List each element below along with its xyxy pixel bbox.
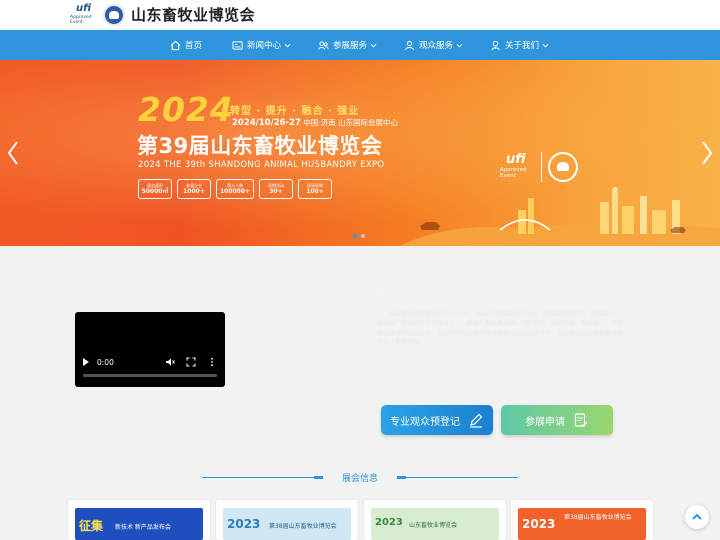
banner-ufi-sub: Approved Event bbox=[500, 167, 527, 179]
ufi-logo-sub: Approved Event bbox=[70, 15, 92, 25]
news-card[interactable]: 2023 山东畜牧业博览会 bbox=[364, 500, 506, 540]
stat-value: 1000+ bbox=[183, 188, 205, 195]
banner-stat: 参展企业 1000+ bbox=[177, 179, 211, 199]
intro-description: 山东畜牧业博览会始于1983年，由山东省畜牧协会主办，是国内创办最早、规模最大、… bbox=[377, 311, 624, 347]
carousel-prev-arrow-icon[interactable] bbox=[6, 140, 20, 166]
hero-banner-carousel[interactable]: 2024 转型 · 提升 · 融合 · 强业 2024/10/26-27 中国·… bbox=[0, 60, 720, 246]
badge-divider bbox=[541, 152, 542, 182]
news-card-thumbnail: 2023 第38届山东畜牧业博览会 bbox=[518, 508, 646, 540]
banner-sub-title: 2024 THE 39th SHANDONG ANIMAL HUSBANDRY … bbox=[138, 160, 385, 170]
home-icon bbox=[170, 40, 181, 50]
stat-value: 30+ bbox=[269, 188, 283, 195]
carousel-next-arrow-icon[interactable] bbox=[700, 140, 714, 166]
banner-stat: 同期活动 30+ bbox=[259, 179, 293, 199]
main-nav: 首页 新闻中心 参展服务 观众服务 关于我们 bbox=[0, 30, 720, 60]
visitor-preregister-button[interactable]: 专业观众预登记 bbox=[381, 405, 493, 435]
banner-stat: 现场采购 100+ bbox=[298, 179, 332, 199]
carousel-dots bbox=[353, 234, 369, 238]
thumb-sub: 第38届山东畜牧业博览会 bbox=[269, 523, 337, 530]
banner-seal-logo bbox=[548, 152, 578, 182]
thumb-headline: 2023 bbox=[227, 517, 261, 531]
nav-item-exhibitor-services[interactable]: 参展服务 bbox=[318, 30, 377, 60]
stat-value: 100+ bbox=[306, 188, 324, 195]
banner-main-title: 第39届山东畜牧业博览会 bbox=[137, 134, 383, 158]
carousel-dot-active[interactable] bbox=[353, 234, 357, 238]
more-options-icon[interactable] bbox=[207, 357, 217, 367]
banner-year: 2024 bbox=[138, 90, 234, 129]
banner-stat: 展览面积 50000㎡ bbox=[138, 179, 172, 199]
site-header: ufi Approved Event 山东畜牧业博览会 bbox=[0, 0, 720, 30]
video-progress-bar[interactable] bbox=[83, 374, 217, 377]
intro-section: 0:00 山东畜牧业介绍 山东畜牧业博览会始于1983年，由山东省畜牧协会主办，… bbox=[0, 246, 720, 446]
banner-stats: 展览面积 50000㎡ 参展企业 1000+ 观众人数 100000+ 同期活动 30+… bbox=[138, 179, 337, 199]
form-icon bbox=[574, 413, 588, 427]
news-section-header: 展会信息 bbox=[0, 470, 720, 486]
banner-date: 2024/10/26-27 bbox=[232, 118, 301, 128]
news-card[interactable]: 2023 第38届山东畜牧业博览会 bbox=[216, 500, 358, 540]
intro-heading: 山东畜牧业介绍 bbox=[377, 280, 483, 297]
contact-icon bbox=[491, 40, 500, 50]
nav-item-visitor-services[interactable]: 观众服务 bbox=[404, 30, 463, 60]
exhibitor-apply-button[interactable]: 参展申请 bbox=[501, 405, 613, 435]
ufi-approved-logo[interactable]: ufi Approved Event bbox=[68, 3, 98, 27]
intro-heading-text: 山东畜牧业介绍 bbox=[395, 282, 483, 296]
fullscreen-icon[interactable] bbox=[186, 357, 196, 367]
nav-item-label: 新闻中心 bbox=[247, 41, 282, 51]
nav-item-label: 关于我们 bbox=[505, 41, 540, 51]
thumb-headline: 2023 bbox=[375, 517, 403, 528]
nav-item-about-us[interactable]: 关于我们 bbox=[490, 30, 549, 60]
ufi-logo-word: ufi bbox=[76, 3, 91, 14]
play-icon[interactable] bbox=[83, 358, 89, 366]
news-card[interactable]: 2023 第38届山东畜牧业博览会 bbox=[511, 500, 653, 540]
back-to-top-button[interactable] bbox=[685, 505, 709, 529]
news-section-title: 展会信息 bbox=[341, 474, 378, 484]
document-icon bbox=[377, 282, 388, 295]
nav-item-label: 首页 bbox=[185, 41, 203, 51]
news-icon bbox=[232, 40, 243, 50]
news-card-thumbnail: 征集 新技术 新产品发布会 bbox=[75, 508, 203, 540]
thumb-headline: 2023 bbox=[522, 517, 556, 531]
chevron-down-icon bbox=[284, 43, 291, 48]
users-icon bbox=[318, 40, 329, 50]
person-icon bbox=[404, 40, 415, 50]
association-seal-logo[interactable] bbox=[103, 4, 125, 26]
chevron-up-icon bbox=[692, 513, 702, 520]
banner-ufi-word: ufi bbox=[506, 152, 526, 167]
nav-item-news[interactable]: 新闻中心 bbox=[232, 30, 291, 60]
news-cards: 征集 新技术 新产品发布会 2023 第38届山东畜牧业博览会 2023 山东畜… bbox=[68, 500, 653, 540]
thumb-headline: 征集 bbox=[79, 519, 104, 533]
stat-value: 50000㎡ bbox=[141, 188, 169, 195]
chevron-down-icon bbox=[456, 43, 463, 48]
stat-value: 100000+ bbox=[219, 188, 251, 195]
thumb-sub: 新技术 新产品发布会 bbox=[115, 524, 171, 531]
pencil-icon bbox=[470, 413, 483, 428]
chevron-down-icon bbox=[370, 43, 377, 48]
carousel-dot[interactable] bbox=[361, 234, 365, 238]
banner-stat: 观众人数 100000+ bbox=[216, 179, 254, 199]
button-label: 专业观众预登记 bbox=[390, 416, 460, 428]
banner-location: 中国·济南 山东国际会展中心 bbox=[303, 118, 399, 127]
chevron-down-icon bbox=[542, 43, 549, 48]
site-title: 山东畜牧业博览会 bbox=[131, 6, 256, 24]
nav-item-home[interactable]: 首页 bbox=[170, 30, 202, 60]
nav-item-label: 观众服务 bbox=[419, 41, 454, 51]
banner-slogan: 转型 · 提升 · 融合 · 强业 bbox=[230, 106, 360, 117]
news-card[interactable]: 征集 新技术 新产品发布会 bbox=[68, 500, 210, 540]
news-card-thumbnail: 2023 第38届山东畜牧业博览会 bbox=[223, 508, 351, 540]
button-label: 参展申请 bbox=[525, 416, 565, 428]
divider-line bbox=[406, 477, 518, 478]
video-controls: 0:00 bbox=[83, 356, 217, 368]
banner-ufi-badge: ufi Approved Event bbox=[498, 152, 540, 182]
page: ufi Approved Event 山东畜牧业博览会 首页 新闻中心 参展服务… bbox=[0, 0, 720, 540]
intro-video-player[interactable]: 0:00 bbox=[75, 312, 225, 387]
banner-dateline: 2024/10/26-27 中国·济南 山东国际会展中心 bbox=[232, 117, 398, 128]
nav-item-label: 参展服务 bbox=[333, 41, 368, 51]
mute-icon[interactable] bbox=[165, 357, 175, 367]
video-time: 0:00 bbox=[97, 357, 114, 367]
divider-accent bbox=[397, 476, 406, 479]
thumb-sub: 第38届山东畜牧业博览会 bbox=[564, 514, 632, 521]
news-card-thumbnail: 2023 山东畜牧业博览会 bbox=[371, 508, 499, 540]
city-skyline-illustration bbox=[400, 187, 720, 246]
thumb-sub: 山东畜牧业博览会 bbox=[409, 522, 458, 529]
